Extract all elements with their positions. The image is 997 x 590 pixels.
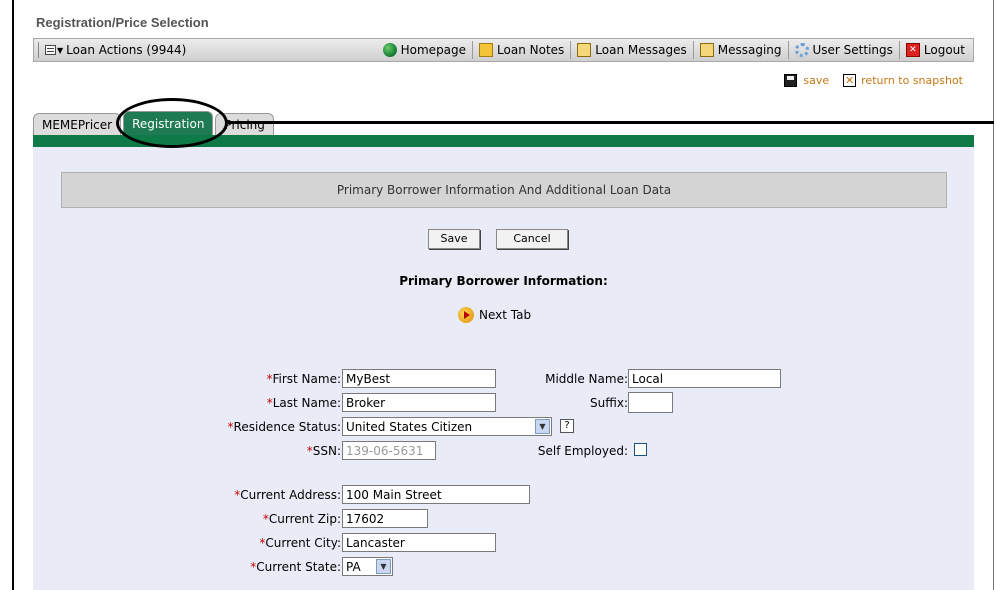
- residence-status-select[interactable]: United States Citizen ▼: [342, 417, 552, 436]
- current-zip-field[interactable]: [342, 509, 428, 528]
- arrow-right-icon: [458, 307, 474, 323]
- current-address-label: *Current Address:: [234, 488, 341, 502]
- logout-icon: ✕: [905, 43, 920, 57]
- form-panel: Primary Borrower Information And Additio…: [33, 147, 974, 590]
- save-link[interactable]: save: [803, 74, 829, 87]
- loan-messages-button[interactable]: Loan Messages: [570, 41, 692, 59]
- ssn-label-text: SSN:: [312, 444, 341, 458]
- messaging-label: Messaging: [717, 43, 782, 57]
- help-icon[interactable]: ?: [560, 419, 574, 433]
- section-header: Primary Borrower Information And Additio…: [61, 172, 947, 208]
- suffix-field[interactable]: [628, 392, 673, 413]
- save-disk-icon[interactable]: [784, 74, 798, 87]
- current-zip-label-text: Current Zip:: [268, 512, 341, 526]
- current-state-select[interactable]: PA ▼: [342, 557, 393, 576]
- first-name-label: *First Name:: [266, 372, 341, 386]
- last-name-label-text: Last Name:: [272, 396, 341, 410]
- current-zip-label: *Current Zip:: [263, 512, 341, 526]
- save-button[interactable]: Save: [428, 229, 480, 249]
- ssn-field[interactable]: [342, 441, 436, 460]
- notes-icon: [479, 43, 494, 57]
- chevron-down-icon: ▼: [535, 419, 550, 434]
- first-name-field[interactable]: [342, 369, 496, 388]
- next-tab-link[interactable]: Next Tab: [458, 307, 531, 323]
- user-settings-button[interactable]: User Settings: [787, 41, 899, 59]
- envelope-icon: [699, 43, 714, 57]
- homepage-label: Homepage: [400, 43, 467, 57]
- cancel-button[interactable]: Cancel: [496, 229, 568, 249]
- current-city-label: *Current City:: [259, 536, 341, 550]
- list-icon: [45, 45, 56, 55]
- page-title: Registration/Price Selection: [36, 15, 209, 30]
- current-address-field[interactable]: [342, 485, 530, 504]
- snapshot-actions: save ✕ return to snapshot: [784, 74, 963, 87]
- last-name-field[interactable]: [342, 393, 496, 412]
- suffix-label: Suffix:: [590, 396, 628, 410]
- current-state-label-text: Current State:: [256, 560, 341, 574]
- section-subtitle: Primary Borrower Information:: [399, 274, 608, 288]
- loan-messages-label: Loan Messages: [595, 43, 687, 57]
- messaging-button[interactable]: Messaging: [692, 41, 788, 59]
- middle-name-field[interactable]: [628, 369, 781, 388]
- current-city-field[interactable]: [342, 533, 496, 552]
- next-tab-label: Next Tab: [479, 308, 532, 322]
- residence-status-label: *Residence Status:: [228, 420, 341, 434]
- loan-actions-label: Loan Actions (9944): [66, 43, 187, 57]
- callout-oval: [116, 98, 228, 148]
- residence-status-value: United States Citizen: [346, 419, 473, 434]
- toolbar-separator: [38, 42, 39, 58]
- current-state-label: *Current State:: [250, 560, 341, 574]
- return-to-snapshot-link[interactable]: return to snapshot: [861, 74, 963, 87]
- logout-label: Logout: [923, 43, 965, 57]
- self-employed-label: Self Employed:: [537, 444, 628, 458]
- tab-memepricer[interactable]: MEMEPricer: [33, 113, 122, 135]
- residence-status-label-text: Residence Status:: [233, 420, 341, 434]
- current-state-value: PA: [346, 559, 361, 574]
- loan-notes-label: Loan Notes: [497, 43, 565, 57]
- chevron-down-icon: ▼: [376, 559, 391, 574]
- logout-button[interactable]: ✕ Logout: [898, 41, 971, 59]
- toolbar: ▼ Loan Actions (9944) Homepage Loan Note…: [33, 38, 974, 62]
- loan-notes-button[interactable]: Loan Notes: [472, 41, 570, 59]
- current-address-label-text: Current Address:: [240, 488, 341, 502]
- callout-line: [228, 121, 994, 124]
- homepage-button[interactable]: Homepage: [377, 41, 472, 59]
- self-employed-checkbox[interactable]: [634, 443, 647, 456]
- user-settings-label: User Settings: [812, 43, 893, 57]
- gear-icon: [794, 43, 809, 57]
- first-name-label-text: First Name:: [272, 372, 341, 386]
- middle-name-label: Middle Name:: [545, 372, 628, 386]
- current-city-label-text: Current City:: [265, 536, 341, 550]
- last-name-label: *Last Name:: [267, 396, 341, 410]
- close-icon[interactable]: ✕: [843, 74, 857, 87]
- home-icon: [382, 43, 397, 57]
- loan-actions-menu[interactable]: ▼ Loan Actions (9944): [45, 43, 186, 57]
- ssn-label: *SSN:: [307, 444, 341, 458]
- chevron-down-icon: ▼: [57, 45, 64, 55]
- envelope-icon: [577, 43, 592, 57]
